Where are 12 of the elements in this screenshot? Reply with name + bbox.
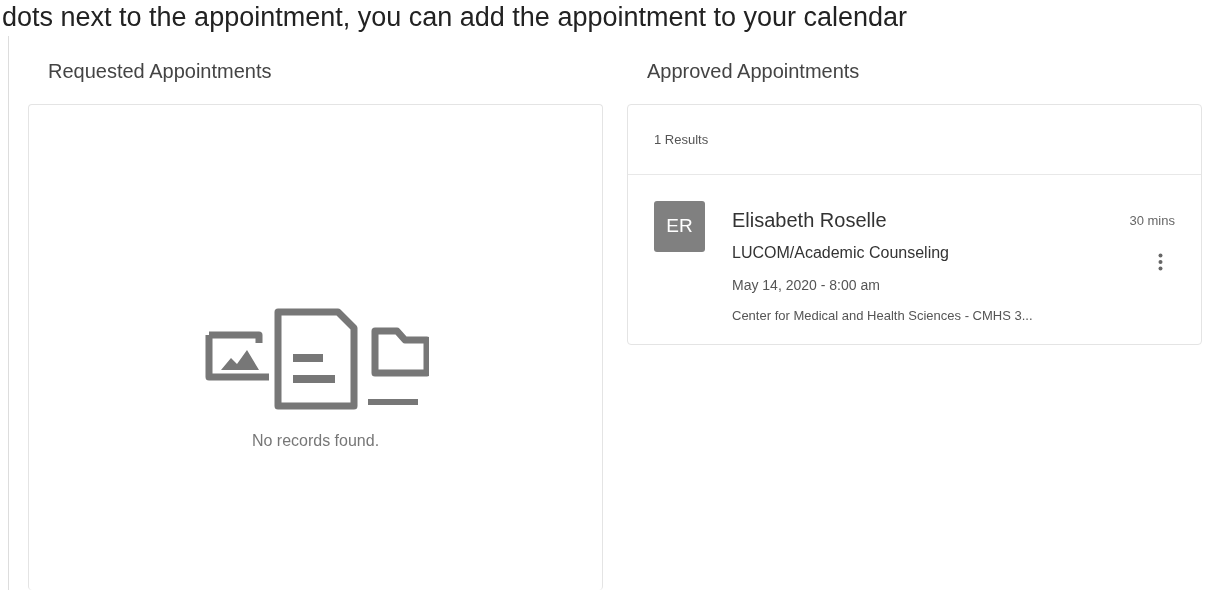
appointment-service: LUCOM/Academic Counseling bbox=[732, 243, 950, 263]
results-count: 1 Results bbox=[654, 130, 709, 149]
avatar-initials: ER bbox=[654, 201, 705, 252]
appointment-location: Center for Medical and Health Sciences - CMHS 3... bbox=[732, 307, 1034, 325]
more-options-icon bbox=[1158, 252, 1163, 271]
section-heading: Requested Appointments bbox=[47, 59, 273, 84]
section-heading: Approved Appointments bbox=[646, 59, 861, 84]
appointment-datetime: May 14, 2020 - 8:00 am bbox=[732, 276, 881, 295]
appointment-duration: 30 mins bbox=[1129, 212, 1175, 230]
appointment-name: Elisabeth Roselle bbox=[732, 208, 888, 233]
empty-message: No records found. bbox=[251, 431, 380, 451]
intro-text: dots next to the appointment, you can add the appointment to your calendar bbox=[1, 1, 909, 34]
